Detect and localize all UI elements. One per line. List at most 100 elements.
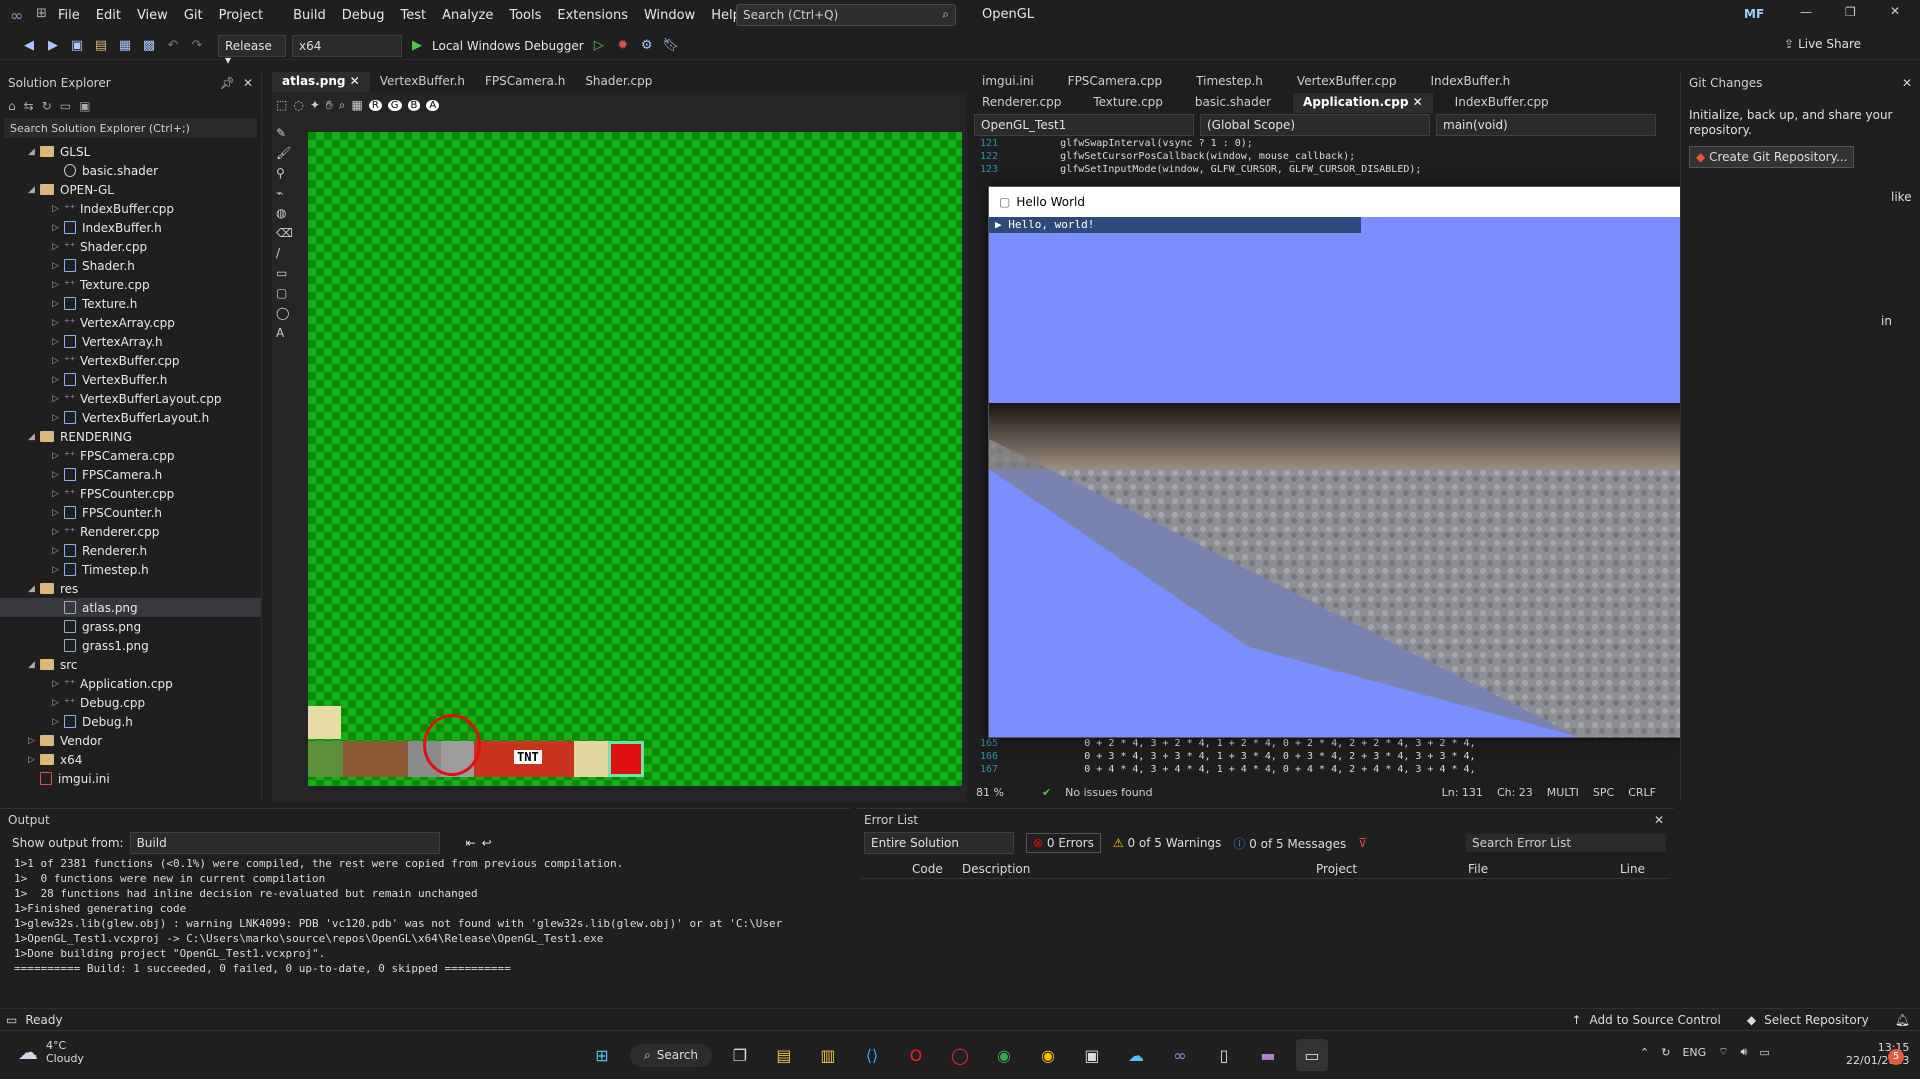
tree-file[interactable]: ▷ ⁺⁺ Debug.cpp <box>0 693 261 712</box>
whitespace-mode[interactable]: SPC <box>1593 786 1614 799</box>
live-share-icon[interactable]: ⇪ <box>1784 37 1794 51</box>
chevron-right-icon[interactable]: ▷ <box>52 318 64 328</box>
chevron-right-icon[interactable]: ▷ <box>52 508 64 518</box>
taskbar-search[interactable]: ⌕ Search <box>630 1043 712 1067</box>
opera-icon[interactable]: O <box>900 1039 932 1071</box>
file-explorer-icon[interactable]: ▤ <box>768 1039 800 1071</box>
close-panel-icon[interactable]: ✕ <box>1654 813 1664 827</box>
hot-reload-icon[interactable]: ✹ <box>614 37 632 55</box>
tab-vertexbuffer-h[interactable]: VertexBuffer.h <box>370 72 475 92</box>
opengl-app-icon[interactable]: ▭ <box>1295 1039 1328 1071</box>
chevron-right-icon[interactable]: ▷ <box>52 394 64 404</box>
code-line[interactable]: 121 glfwSwapInterval(vsync ? 1 : 0); <box>972 138 1675 151</box>
chevron-right-icon[interactable]: ▷ <box>52 451 64 461</box>
chevron-up-icon[interactable]: ⌃ <box>1640 1046 1649 1059</box>
channel-a-icon[interactable]: A <box>426 99 440 111</box>
tree-file[interactable]: ▷ ⁺⁺ Texture.cpp <box>0 275 261 294</box>
output-source-dropdown[interactable]: Build <box>129 832 440 854</box>
config-dropdown[interactable]: Release ▾ <box>218 35 286 67</box>
col-description[interactable]: Description <box>962 862 1316 876</box>
tree-file[interactable]: ▷ VertexBufferLayout.h <box>0 408 261 427</box>
tree-file[interactable]: ▷ Renderer.h <box>0 541 261 560</box>
undo-icon[interactable]: ↶ <box>164 37 182 55</box>
tree-file[interactable]: ▷ ⁺⁺ FPSCounter.cpp <box>0 484 261 503</box>
chevron-down-icon[interactable]: ▷ <box>28 755 40 765</box>
tree-file[interactable]: ▷ Shader.h <box>0 256 261 275</box>
menu-edit[interactable]: Edit <box>88 8 129 23</box>
tree-file[interactable]: basic.shader <box>0 161 261 180</box>
rounded-rect-icon[interactable]: ▢ <box>276 286 302 300</box>
chrome-icon[interactable]: ◉ <box>988 1039 1020 1071</box>
messages-filter[interactable]: ⓘ 0 of 5 Messages <box>1233 835 1346 852</box>
tree-file[interactable]: ▷ ⁺⁺ Renderer.cpp <box>0 522 261 541</box>
chevron-right-icon[interactable]: ▷ <box>52 280 64 290</box>
error-scope-dropdown[interactable]: Entire Solution <box>864 832 1014 854</box>
pencil-icon[interactable]: ✎ <box>276 126 302 140</box>
word-wrap-icon[interactable]: ↩ <box>482 836 492 850</box>
refresh-icon[interactable]: ↻ <box>42 99 52 113</box>
vs-logo-icon[interactable]: ∞ <box>10 6 23 25</box>
tree-folder[interactable]: ▷ x64 <box>0 750 261 769</box>
fill-icon[interactable]: ◍ <box>276 206 302 220</box>
chevron-right-icon[interactable]: ▷ <box>52 375 64 385</box>
notification-badge[interactable]: 5 <box>1888 1049 1904 1065</box>
chevron-down-icon[interactable]: ◢ <box>28 584 40 594</box>
folder-icon[interactable]: ▥ <box>812 1039 844 1071</box>
tree-file[interactable]: ▷ Debug.h <box>0 712 261 731</box>
tree-file[interactable]: ▷ ⁺⁺ VertexBuffer.cpp <box>0 351 261 370</box>
chevron-down-icon[interactable]: ▷ <box>28 736 40 746</box>
scope-dropdown[interactable]: (Global Scope) <box>1200 114 1430 136</box>
open-icon[interactable]: ▤ <box>92 37 110 55</box>
home-icon[interactable]: ⌂ <box>8 99 16 113</box>
collapse-icon[interactable]: ▭ <box>60 99 71 113</box>
save-all-icon[interactable]: ▩ <box>140 37 158 55</box>
tree-file[interactable]: ▷ FPSCounter.h <box>0 503 261 522</box>
menu-project[interactable]: Project <box>211 8 271 23</box>
tab-renderer-cpp[interactable]: Renderer.cpp <box>972 93 1071 113</box>
menu-test[interactable]: Test <box>393 8 435 23</box>
tree-file[interactable]: ▷ VertexBuffer.h <box>0 370 261 389</box>
code-line[interactable]: 122 glfwSetCursorPosCallback(window, mou… <box>972 151 1675 164</box>
code-line[interactable]: 123 glfwSetInputMode(window, GLFW_CURSOR… <box>972 164 1675 177</box>
warnings-filter[interactable]: ⚠ 0 of 5 Warnings <box>1113 836 1221 850</box>
save-icon[interactable]: ▦ <box>116 37 134 55</box>
menu-file[interactable]: File <box>50 8 88 23</box>
chevron-right-icon[interactable]: ▷ <box>52 337 64 347</box>
code-line[interactable]: 167 0 + 4 * 4, 3 + 4 * 4, 1 + 4 * 4, 0 +… <box>972 764 1672 777</box>
hand-icon[interactable]: ✋︎ <box>326 98 333 113</box>
tab-indexbuffer-h[interactable]: IndexBuffer.h <box>1420 72 1520 92</box>
twitch-icon[interactable]: ▯ <box>1208 1039 1240 1071</box>
tab-timestep-h[interactable]: Timestep.h <box>1186 72 1273 92</box>
tree-file[interactable]: ▷ ⁺⁺ Application.cpp <box>0 674 261 693</box>
tray-app-icon[interactable]: ↻ <box>1661 1046 1670 1059</box>
language-indicator[interactable]: ENG <box>1682 1046 1706 1059</box>
col-line[interactable]: Line <box>1620 862 1645 876</box>
tab-fpscamera-h[interactable]: FPSCamera.h <box>475 72 575 92</box>
tree-folder[interactable]: ◢ OPEN-GL <box>0 180 261 199</box>
tab-texture-cpp[interactable]: Texture.cpp <box>1083 93 1173 113</box>
atlas-image-canvas[interactable]: TNT <box>308 132 962 786</box>
menu-debug[interactable]: Debug <box>334 8 393 23</box>
tree-file[interactable]: ▷ ⁺⁺ Shader.cpp <box>0 237 261 256</box>
errors-filter[interactable]: ⊗ 0 Errors <box>1026 833 1101 853</box>
ellipse-icon[interactable]: ◯ <box>276 306 302 320</box>
selection-mode[interactable]: MULTI <box>1547 786 1579 799</box>
menu-analyze[interactable]: Analyze <box>434 8 501 23</box>
volume-icon[interactable]: 🔊︎ <box>1740 1045 1747 1059</box>
filter-icon[interactable]: ⊽ <box>1358 836 1367 850</box>
wifi-icon[interactable]: ⌔ <box>1718 1045 1728 1059</box>
chevron-right-icon[interactable]: ▷ <box>52 470 64 480</box>
eraser-icon[interactable]: ⌫ <box>276 226 302 240</box>
menu-tools[interactable]: Tools <box>501 8 549 23</box>
chevron-right-icon[interactable]: ▷ <box>52 356 64 366</box>
tree-folder[interactable]: ◢ GLSL <box>0 142 261 161</box>
code-line[interactable]: 165 0 + 2 * 4, 3 + 2 * 4, 1 + 2 * 4, 0 +… <box>972 738 1672 751</box>
menu-build[interactable]: Build <box>285 8 334 23</box>
menu-extensions[interactable]: Extensions <box>549 8 636 23</box>
close-icon[interactable]: ✕ <box>1890 4 1900 18</box>
col-code[interactable]: Code <box>912 862 962 876</box>
chevron-right-icon[interactable]: ▷ <box>52 299 64 309</box>
close-panel-icon[interactable]: ✕ <box>1902 76 1912 90</box>
zoom-level[interactable]: 81 % <box>976 786 1004 799</box>
tab-indexbuffer-cpp[interactable]: IndexBuffer.cpp <box>1445 93 1559 113</box>
